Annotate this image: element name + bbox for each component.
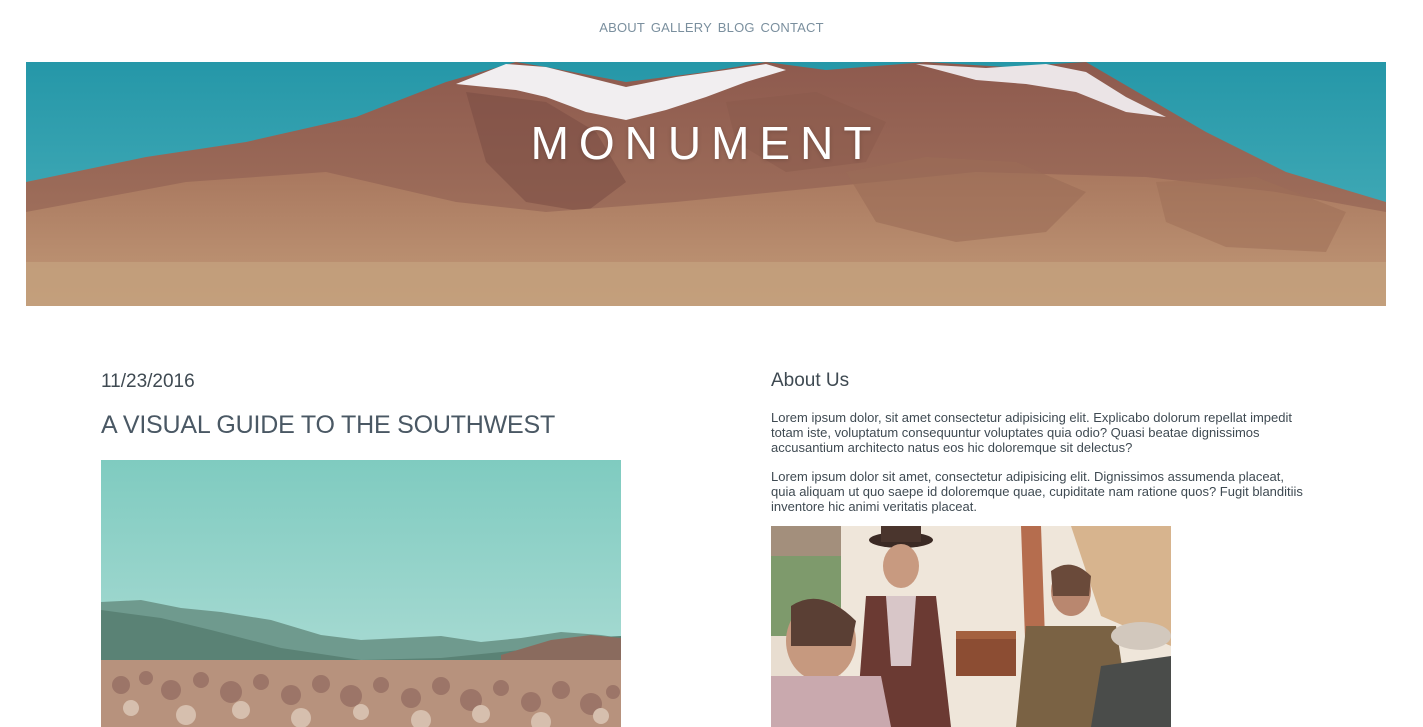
- desert-cactus-image: [101, 460, 621, 727]
- hero-mountain-image: [26, 62, 1386, 306]
- hero-banner: MONUMENT: [26, 62, 1386, 306]
- about-heading: About Us: [771, 370, 850, 391]
- about-image: [771, 526, 1171, 727]
- campsite-people-image: [771, 526, 1171, 727]
- hero-title: MONUMENT: [530, 117, 882, 169]
- nav-link-contact[interactable]: CONTACT: [761, 20, 824, 35]
- nav-link-gallery[interactable]: GALLERY: [651, 20, 712, 35]
- about-paragraph-1: Lorem ipsum dolor, sit amet consectetur …: [771, 410, 1292, 455]
- post-title[interactable]: A VISUAL GUIDE TO THE SOUTHWEST: [101, 411, 555, 440]
- post-date: 11/23/2016: [101, 371, 195, 392]
- post-image[interactable]: [101, 460, 621, 727]
- nav-link-about[interactable]: ABOUT: [599, 20, 645, 35]
- about-paragraph-2: Lorem ipsum dolor sit amet, consectetur …: [771, 469, 1303, 514]
- nav-link-blog[interactable]: BLOG: [718, 20, 755, 35]
- top-nav: ABOUT GALLERY BLOG CONTACT: [0, 20, 1423, 35]
- page: ABOUT GALLERY BLOG CONTACT MONUMENT 11/2…: [0, 0, 1423, 727]
